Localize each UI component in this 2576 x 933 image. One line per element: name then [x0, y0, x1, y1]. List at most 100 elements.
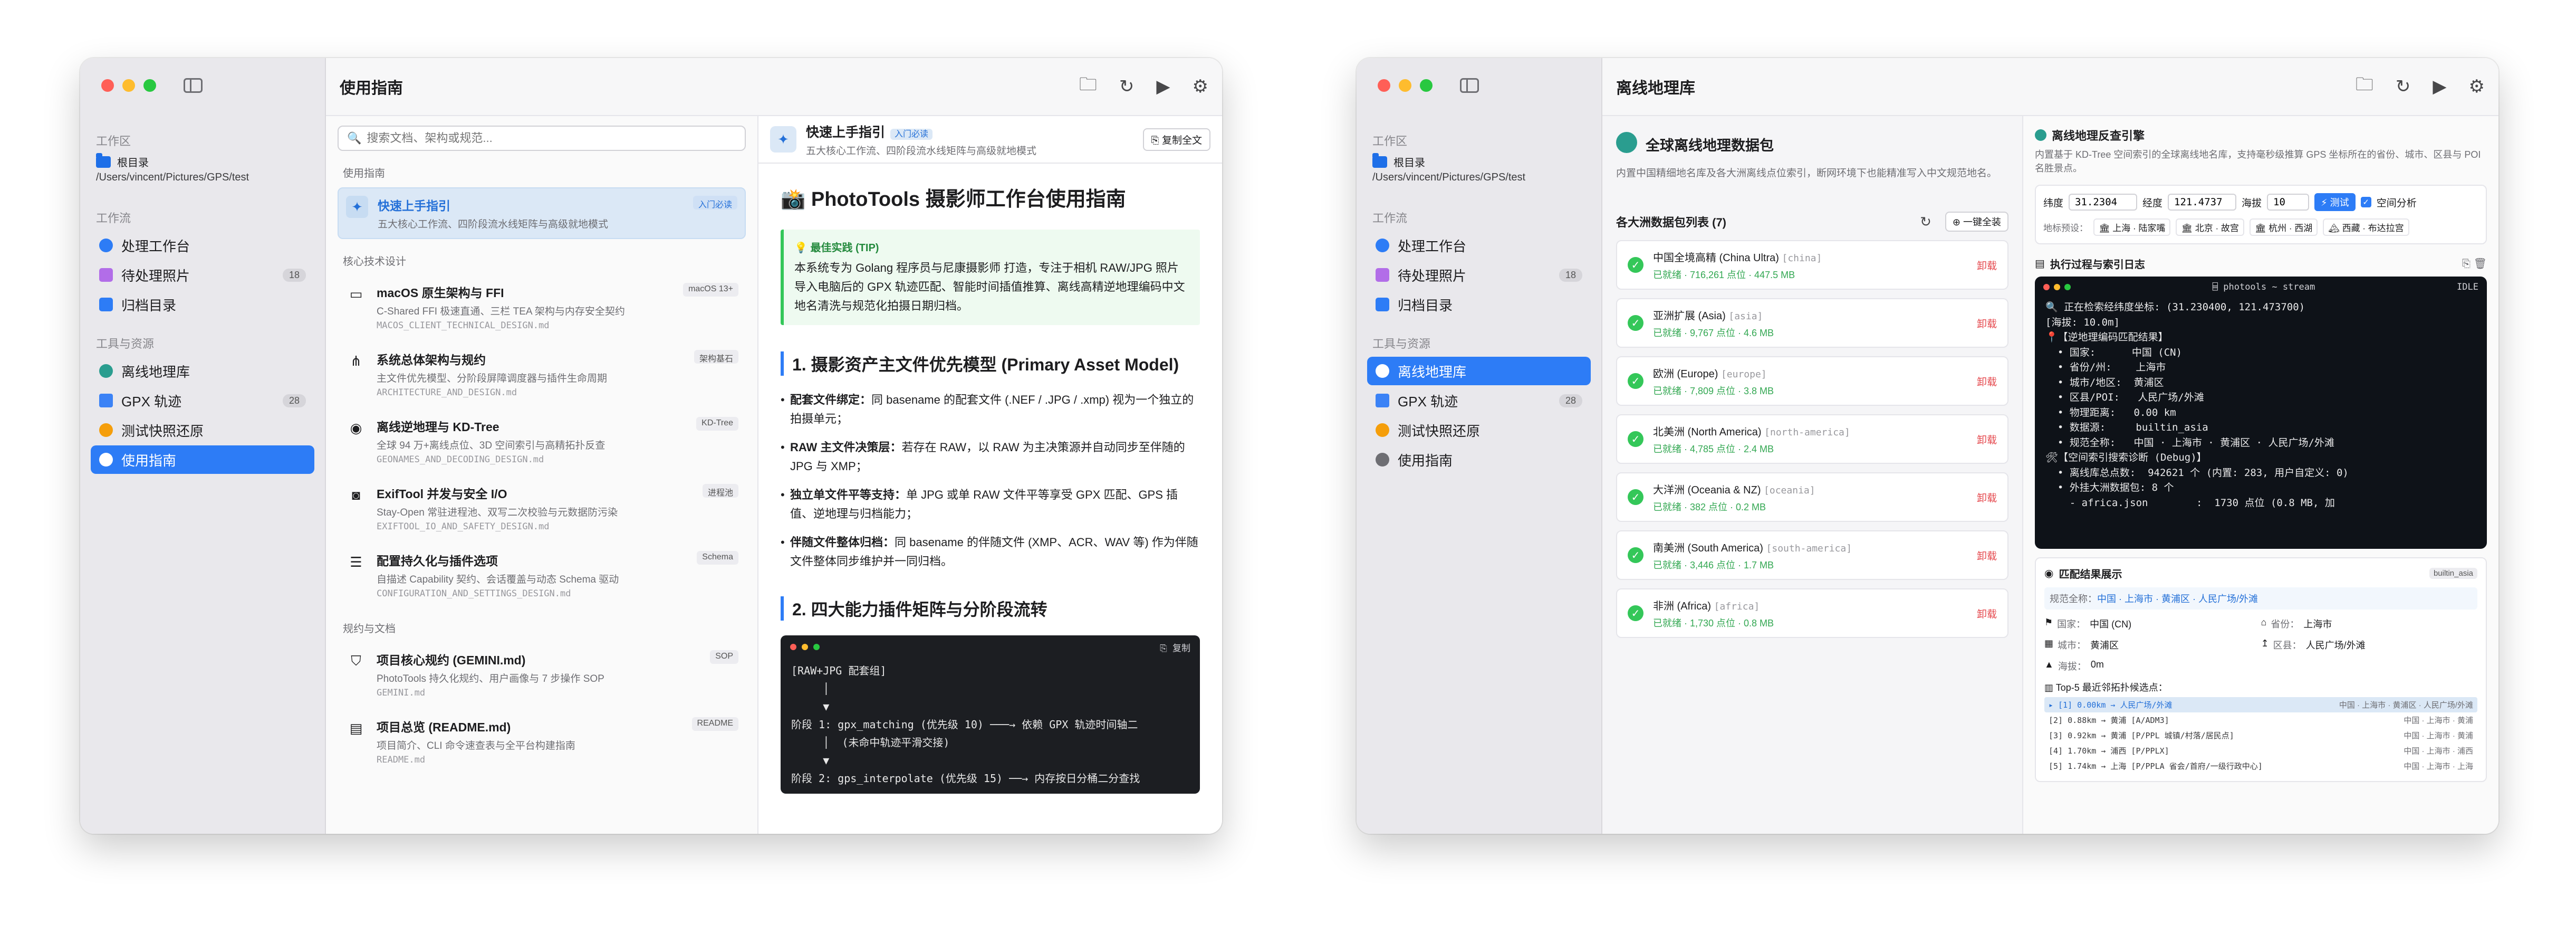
- sidebar-item-geo-library[interactable]: 离线地理库: [1367, 357, 1591, 385]
- sidebar-toggle-icon[interactable]: [1460, 78, 1479, 93]
- minimize-window-button[interactable]: [122, 79, 135, 92]
- sidebar-item-guide[interactable]: 使用指南: [91, 445, 314, 474]
- test-button[interactable]: ⚡ 测试: [2314, 193, 2356, 211]
- play-icon[interactable]: ▶: [2433, 76, 2446, 97]
- sidebar-item-pending[interactable]: 待处理照片 18: [91, 261, 314, 289]
- sidebar-item-workbench[interactable]: 处理工作台: [1367, 231, 1591, 260]
- uninstall-button[interactable]: 卸载: [1977, 374, 1997, 388]
- sidebar-item-archive[interactable]: 归档目录: [1367, 290, 1591, 319]
- copy-all-button[interactable]: ⎘ 复制全文: [1142, 128, 1210, 151]
- sidebar-toggle-icon[interactable]: [184, 78, 203, 93]
- alt-input[interactable]: [2267, 194, 2310, 211]
- workspace-root[interactable]: 根目录: [1357, 153, 1601, 169]
- uninstall-button[interactable]: 卸载: [1977, 432, 1997, 446]
- doc-badge: KD-Tree: [696, 417, 738, 431]
- region-code: [asia]: [1728, 310, 1763, 322]
- doc-item-architecture[interactable]: ⋔ 系统总体架构与规约 主文件优先模型、分阶段屏障调度器与插件生命周期 ARCHITE…: [338, 342, 746, 405]
- doc-item-gemini[interactable]: ⛉ 项目核心规约 (GEMINI.md) PhotoTools 持久化规约、用户画像…: [338, 643, 746, 706]
- lon-input[interactable]: [2168, 194, 2237, 211]
- lat-input[interactable]: [2069, 194, 2138, 211]
- search-box[interactable]: 🔍: [338, 126, 746, 151]
- doc-header-title: 快速上手指引: [806, 125, 886, 140]
- uninstall-button[interactable]: 卸载: [1977, 548, 1997, 563]
- folder-open-icon[interactable]: 🗀: [1079, 72, 1097, 102]
- region-status: 已就绪 · 4,785 点位 · 2.4 MB: [1653, 443, 1774, 454]
- sidebar-item-pending[interactable]: 待处理照片 18: [1367, 261, 1591, 289]
- candidate-row[interactable]: [2] 0.88km → 黄浦 [A/ADM3] 中国 · 上海市 · 黄浦: [2044, 712, 2477, 728]
- candidate-row[interactable]: [4] 1.70km → 浦西 [P/PPLX] 中国 · 上海市 · 浦西: [2044, 743, 2477, 758]
- sidebar-item-geo-library[interactable]: 离线地理库: [91, 357, 314, 385]
- doc-desc: 项目简介、CLI 命令速查表与全平台构建指南: [377, 740, 575, 751]
- uninstall-button[interactable]: 卸载: [1977, 258, 1997, 272]
- region-code: [oceania]: [1764, 484, 1815, 496]
- preset-beijing[interactable]: 🏛 北京 · 故宫: [2176, 218, 2244, 236]
- bullet-4: 伴随文件整体归档：同 basename 的伴随文件 (XMP、ACR、WAV 等…: [781, 533, 1200, 571]
- close-window-button[interactable]: [101, 79, 114, 92]
- refresh-icon[interactable]: ↻: [2396, 76, 2411, 97]
- doc-file: GEONAMES_AND_DECODING_DESIGN.md: [377, 454, 544, 465]
- doc-viewer: ✦ 快速上手指引 入门必读 五大核心工作流、四阶段流水线矩阵与高级就地模式 ⎘ 复制…: [758, 116, 1222, 834]
- uninstall-button[interactable]: 卸载: [1977, 490, 1997, 504]
- sidebar-item-guide[interactable]: 使用指南: [1367, 445, 1591, 474]
- doc-item-config[interactable]: ☰ 配置持久化与插件选项 自描述 Capability 契约、会话覆盖与动态 Sch…: [338, 544, 746, 606]
- copy-log-icon[interactable]: ⎘ 🗑: [2462, 257, 2487, 270]
- workspace-root[interactable]: 根目录: [80, 153, 325, 169]
- sidebar-item-gpx[interactable]: GPX 轨迹 28: [91, 386, 314, 415]
- sidebar-item-archive[interactable]: 归档目录: [91, 290, 314, 319]
- region-name: 非洲 (Africa): [1653, 600, 1711, 612]
- folder-open-icon[interactable]: 🗀: [2356, 72, 2373, 102]
- zoom-window-button[interactable]: [143, 79, 156, 92]
- close-window-button[interactable]: [1378, 79, 1390, 92]
- sidebar-item-snapshot[interactable]: 测试快照还原: [1367, 416, 1591, 444]
- alt-res-label: 海拔：: [2058, 661, 2087, 672]
- region-status: 已就绪 · 7,809 点位 · 3.8 MB: [1653, 385, 1774, 396]
- spatial-label: 空间分析: [2376, 197, 2417, 209]
- search-input[interactable]: [367, 131, 736, 145]
- doc-item-readme[interactable]: ▤ 项目总览 (README.md) 项目简介、CLI 命令速查表与全平台构建指南 R…: [338, 710, 746, 773]
- toolbar: 使用指南 🗀 ↻ ▶ ⚙: [326, 58, 1222, 116]
- preset-tibet[interactable]: 🏔 西藏 · 布达拉宫: [2323, 218, 2409, 236]
- code-copy-button[interactable]: ⎘ 复制: [1160, 641, 1190, 654]
- install-all-button[interactable]: ⊕ 一键全装: [1945, 212, 2008, 232]
- zoom-window-button[interactable]: [1420, 79, 1433, 92]
- uninstall-button[interactable]: 卸载: [1977, 606, 1997, 621]
- region-code: [china]: [1782, 252, 1822, 264]
- doc-item-macos[interactable]: ▭ macOS 原生架构与 FFI C-Shared FFI 极速直通、三栏 TEA…: [338, 275, 746, 338]
- archive-icon: [99, 298, 113, 311]
- gear-icon[interactable]: ⚙: [2469, 76, 2485, 97]
- doc-item-quickstart[interactable]: ✦ 快速上手指引 五大核心工作流、四阶段流水线矩阵与高级就地模式 入门必读: [338, 187, 746, 239]
- chart-icon: ▥: [2044, 682, 2056, 693]
- candidate-row[interactable]: [3] 0.92km → 黄浦 [P/PPL 城镇/村落/居民点] 中国 · 上海…: [2044, 728, 2477, 743]
- sidebar-item-snapshot[interactable]: 测试快照还原: [91, 416, 314, 444]
- candidate-row[interactable]: [5] 1.74km → 上海 [P/PPLA 省会/首府/一级行政中心] 中国 …: [2044, 758, 2477, 774]
- doc-item-geonames[interactable]: ◉ 离线逆地理与 KD-Tree 全球 94 万+离线点位、3D 空间索引与高精拓扑…: [338, 410, 746, 472]
- refresh-icon[interactable]: ↻: [1119, 76, 1135, 97]
- gear-icon[interactable]: ⚙: [1193, 76, 1208, 97]
- check-icon: ✓: [1628, 547, 1643, 563]
- region-row: ✓ 非洲 (Africa) [africa] 已就绪 · 1,730 点位 · 0.…: [1616, 588, 2008, 638]
- restore-icon: [99, 423, 113, 437]
- candidate-right: 中国 · 上海市 · 上海: [2404, 762, 2473, 771]
- sidebar-item-label: 待处理照片: [121, 268, 190, 284]
- uninstall-button[interactable]: 卸载: [1977, 316, 1997, 330]
- minimize-window-button[interactable]: [1399, 79, 1411, 92]
- play-icon[interactable]: ▶: [1156, 76, 1170, 97]
- terminal: ⌸ photools ~ stream IDLE 🔍 正在检索经纬度坐标: (31…: [2035, 277, 2487, 549]
- country-value: 中国 (CN): [2090, 619, 2132, 630]
- lon-label: 经度: [2142, 197, 2163, 209]
- sidebar-item-gpx[interactable]: GPX 轨迹 28: [1367, 386, 1591, 415]
- spatial-checkbox[interactable]: ✓: [2360, 197, 2371, 207]
- globe-icon: [99, 364, 113, 378]
- doc-item-exiftool[interactable]: ◙ ExifTool 并发与安全 I/O Stay-Open 常驻进程池、双写二次校…: [338, 477, 746, 539]
- candidate-row[interactable]: ▸ [1] 0.00km → 人民广场/外滩 中国 · 上海市 · 黄浦区 · 人…: [2044, 697, 2477, 712]
- doc-desc: Stay-Open 常驻进程池、双写二次校验与元数据防污染: [377, 507, 618, 518]
- preset-hangzhou[interactable]: 🏛 杭州 · 西湖: [2249, 218, 2318, 236]
- refresh-icon[interactable]: ↻: [1920, 214, 1931, 230]
- preset-shanghai[interactable]: 🏛 上海 · 陆家嘴: [2093, 218, 2171, 236]
- tip-body: 本系统专为 Golang 程序员与尼康摄影师 打造，专注于相机 RAW/JPG …: [794, 261, 1185, 312]
- list-section-specs: 规约与文档: [343, 623, 396, 635]
- check-icon: ✓: [1628, 489, 1643, 505]
- terminal-icon: ▤: [2035, 258, 2045, 270]
- tip-callout: 💡 最佳实践 (TIP) 本系统专为 Golang 程序员与尼康摄影师 打造，专…: [781, 230, 1200, 325]
- sidebar-item-workbench[interactable]: 处理工作台: [91, 231, 314, 260]
